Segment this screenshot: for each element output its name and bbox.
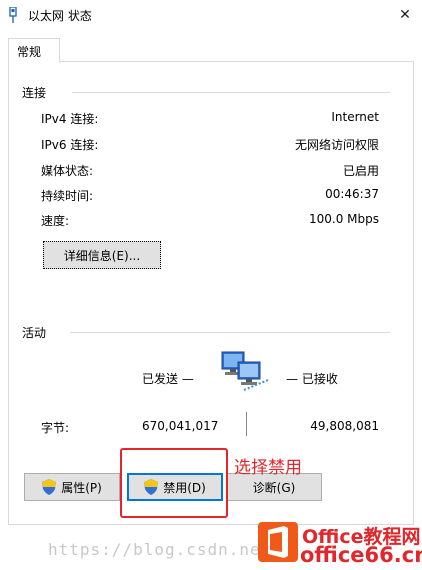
ipv6-label: IPv6 连接: [41,138,99,152]
ethernet-icon [9,7,17,23]
speed-value: 100.0 Mbps [308,212,379,226]
watermark-url: https://blog.csdn.net/ [48,540,282,559]
details-button-label: 详细信息(E)... [63,248,141,263]
ipv4-value: Internet [331,110,379,124]
annotation-highlight-box [120,448,228,518]
window-title: 以太网 状态 [28,9,92,23]
properties-button-label: 属性(P) [61,480,102,495]
uac-shield-icon [42,479,57,495]
duration-value: 00:46:37 [325,187,379,201]
activity-header: 活动 [22,324,51,341]
bytes-received-value: 49,808,081 [310,419,379,433]
details-button[interactable]: 详细信息(E)... [43,241,161,269]
activity-divider [70,332,390,333]
bytes-label: 字节: [41,421,70,435]
media-state-label: 媒体状态: [41,164,94,178]
watermark-brand-bottom: office66.cn [300,543,422,567]
annotation-text: 选择禁用 [234,458,302,478]
sent-label: 已发送 — [142,372,194,386]
title-bar: 以太网 状态 ✕ [0,0,422,30]
tab-general[interactable]: 常规 [8,38,60,63]
close-icon: ✕ [399,7,411,23]
ipv6-value: 无网络访问权限 [294,138,379,152]
media-state-value: 已启用 [342,164,379,178]
connection-header: 连接 [22,84,51,101]
bytes-sent-value: 670,041,017 [142,419,219,433]
duration-label: 持续时间: [41,189,94,203]
office-logo-icon [258,522,298,562]
properties-button[interactable]: 属性(P) [24,473,120,501]
tab-general-label: 常规 [17,45,42,59]
ipv4-label: IPv4 连接: [41,112,99,126]
diagnose-button-label: 诊断(G) [252,480,296,495]
close-button[interactable]: ✕ [388,0,422,30]
network-computers-icon [221,351,269,391]
speed-label: 速度: [41,214,70,228]
office-logo-glyph [268,526,288,558]
received-label: — 已接收 [286,372,338,386]
bytes-divider [246,412,247,436]
connection-divider [72,92,390,93]
